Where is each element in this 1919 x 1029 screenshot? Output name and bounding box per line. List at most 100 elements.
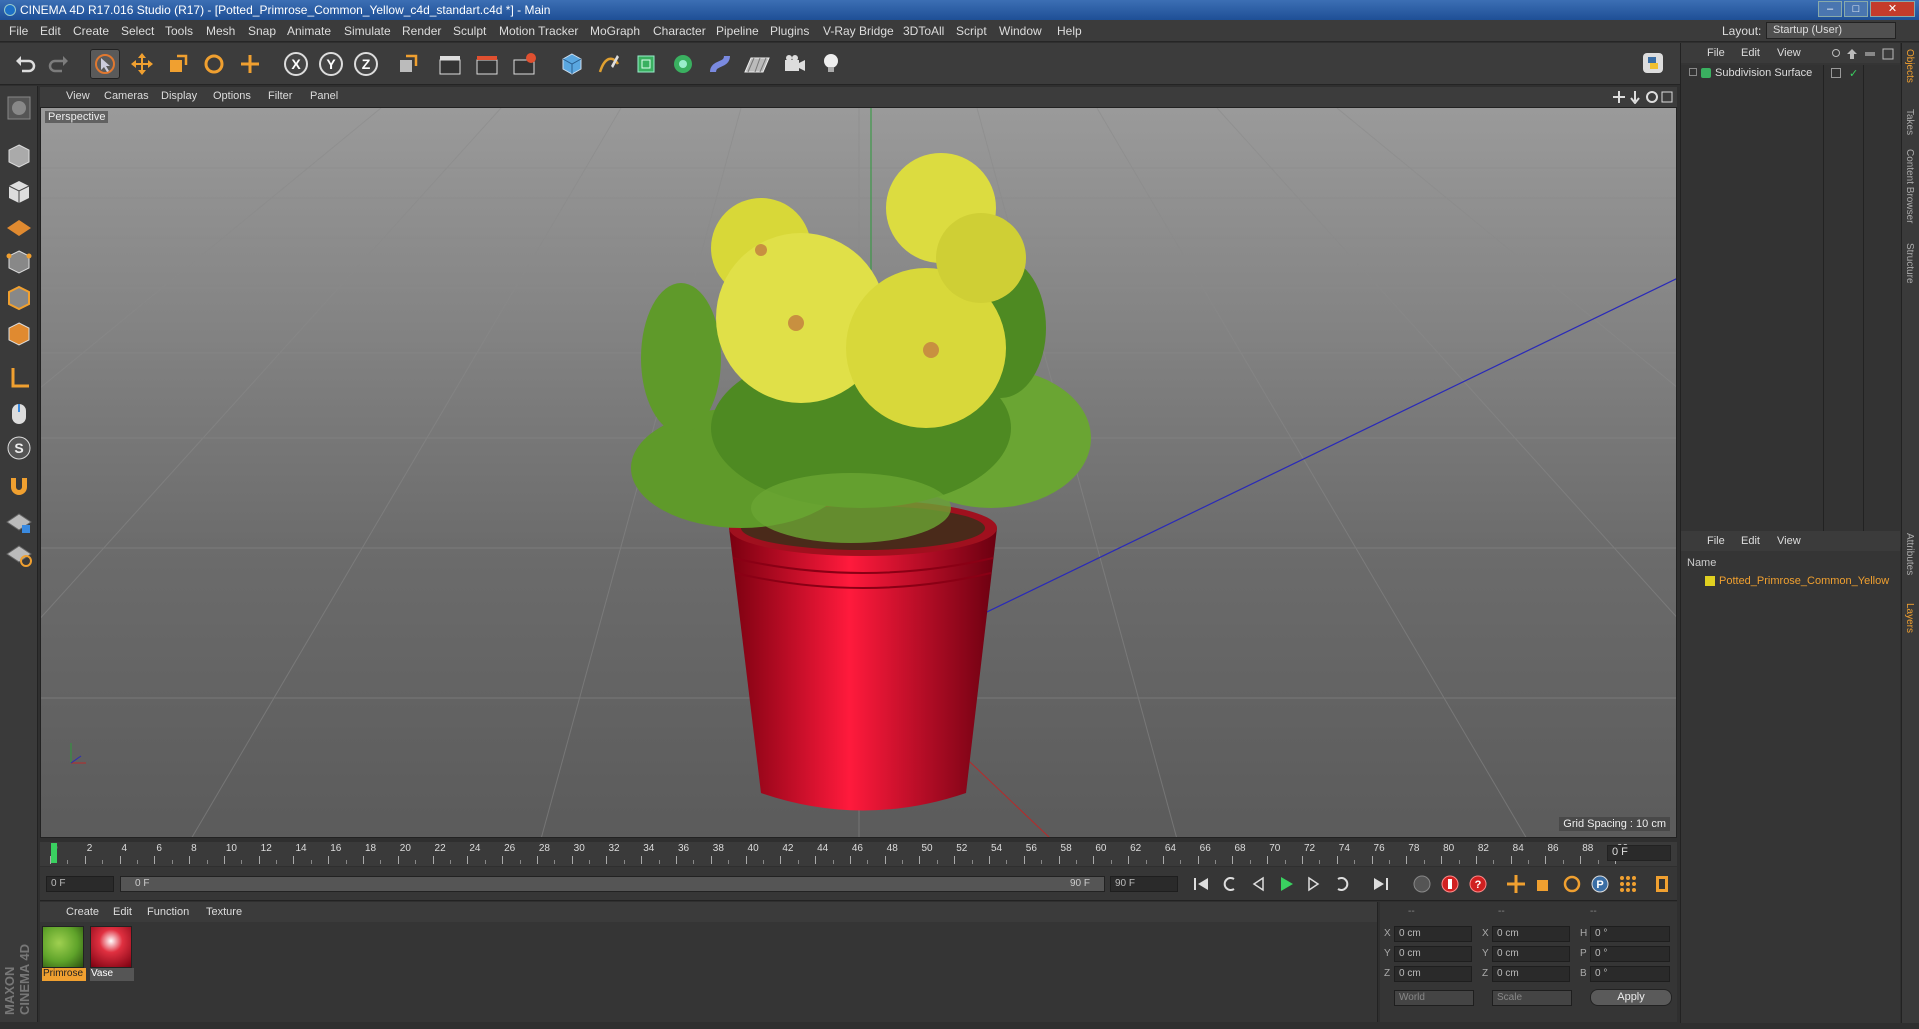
floor-button[interactable] [742,49,772,79]
menu-character[interactable]: Character [653,24,706,38]
side-tab-attributes[interactable]: Attributes [1904,533,1915,575]
side-tab-takes[interactable]: Takes [1904,109,1915,135]
start-frame-field[interactable]: 0 F [46,876,114,892]
scale-tool-button[interactable] [163,49,193,79]
x-axis-button[interactable]: X [281,49,311,79]
menu-help[interactable]: Help [1057,24,1082,38]
menu-create[interactable]: Create [73,24,109,38]
menu-animate[interactable]: Animate [287,24,331,38]
minimize-button[interactable]: – [1818,1,1842,17]
previous-frame-button[interactable] [1246,872,1270,896]
key-position-button[interactable] [1504,872,1528,896]
menu-tools[interactable]: Tools [165,24,193,38]
solo-mode-button[interactable]: S [3,432,35,464]
menu-script[interactable]: Script [956,24,987,38]
menu-simulate[interactable]: Simulate [344,24,391,38]
menu-pipeline[interactable]: Pipeline [716,24,759,38]
layer-menu-edit[interactable]: Edit [1741,535,1760,547]
rotation-b-field[interactable]: 0 ° [1590,966,1670,982]
y-axis-button[interactable]: Y [316,49,346,79]
perspective-viewport[interactable]: Perspective Grid Spacing : 10 cm [40,107,1677,838]
coordinate-mode-select[interactable]: World [1394,990,1474,1006]
points-mode-button[interactable] [3,246,35,278]
expand-toggle-icon[interactable] [1689,68,1697,76]
layer-menu-file[interactable]: File [1707,535,1725,547]
cube-object-button[interactable] [557,49,587,79]
camera-button[interactable] [780,49,810,79]
object-check-icon[interactable]: ✓ [1849,67,1858,80]
object-enabled-icon[interactable] [1831,68,1841,78]
key-point-level-button[interactable] [1616,872,1640,896]
menu-mograph[interactable]: MoGraph [590,24,640,38]
workplane-lock-button[interactable] [3,506,35,538]
go-to-end-button[interactable] [1368,872,1392,896]
menu-file[interactable]: File [9,24,28,38]
key-scale-button[interactable] [1532,872,1556,896]
workplane-mode-button[interactable] [3,208,35,240]
move-tool-button[interactable] [127,49,157,79]
menu-snap[interactable]: Snap [248,24,276,38]
live-select-button[interactable] [235,49,265,79]
object-menu-file[interactable]: File [1707,47,1725,59]
current-frame-field[interactable]: 0 F [1607,845,1671,861]
z-axis-button[interactable]: Z [351,49,381,79]
menu-render[interactable]: Render [402,24,441,38]
edges-mode-button[interactable] [3,282,35,314]
object-menu-edit[interactable]: Edit [1741,47,1760,59]
next-key-button[interactable] [1330,872,1354,896]
select-tool-button[interactable] [90,49,120,79]
apply-button[interactable]: Apply [1590,989,1672,1006]
viewport-menu-cameras[interactable]: Cameras [104,90,149,102]
record-active-button[interactable] [1438,872,1462,896]
render-picture-viewer-button[interactable] [472,49,502,79]
viewport-menu-panel[interactable]: Panel [310,90,338,102]
size-z-field[interactable]: 0 cm [1492,966,1570,982]
layer-row[interactable]: Potted_Primrose_Common_Yellow [1681,573,1901,591]
frame-range-slider[interactable]: 0 F 90 F [120,876,1105,892]
side-tab-content-browser[interactable]: Content Browser [1904,149,1915,223]
menu-3dtoall[interactable]: 3DToAll [903,24,944,38]
position-y-field[interactable]: 0 cm [1394,946,1472,962]
pen-spline-button[interactable] [594,49,624,79]
make-editable-button[interactable] [3,92,35,124]
key-parameter-button[interactable]: P [1588,872,1612,896]
object-manager-tools-icon[interactable] [1831,48,1895,63]
object-menu-view[interactable]: View [1777,47,1801,59]
tweak-mode-button[interactable] [3,398,35,430]
playhead-marker[interactable] [51,843,57,863]
record-keys-button[interactable] [1410,872,1434,896]
key-rotation-button[interactable] [1560,872,1584,896]
timeline-ruler[interactable]: 0246810121416182022242628303234363840424… [40,842,1677,866]
close-button[interactable]: ✕ [1870,1,1915,17]
play-button[interactable] [1274,872,1298,896]
timeline-window-button[interactable] [1650,872,1674,896]
coordinate-system-button[interactable] [393,49,423,79]
side-tab-structure[interactable]: Structure [1904,243,1915,284]
viewport-menu-display[interactable]: Display [161,90,197,102]
polygons-mode-button[interactable] [3,318,35,350]
go-to-start-button[interactable] [1190,872,1214,896]
render-view-button[interactable] [435,49,465,79]
menu-edit[interactable]: Edit [40,24,61,38]
maximize-button[interactable]: □ [1844,1,1868,17]
axis-mode-button[interactable] [3,362,35,394]
viewport-menu-view[interactable]: View [66,90,90,102]
previous-key-button[interactable] [1218,872,1242,896]
menu-vray-bridge[interactable]: V-Ray Bridge [823,24,894,38]
material-vase[interactable]: Vase [90,926,134,982]
undo-button[interactable] [10,49,40,79]
redo-button[interactable] [44,49,74,79]
object-row-subdivision-surface[interactable]: Subdivision Surface ✓ [1681,65,1901,83]
menu-motion-tracker[interactable]: Motion Tracker [499,24,578,38]
workplane-grid-button[interactable] [3,538,35,570]
material-menu-function[interactable]: Function [147,906,189,918]
layer-menu-view[interactable]: View [1777,535,1801,547]
size-x-field[interactable]: 0 cm [1492,926,1570,942]
rotation-p-field[interactable]: 0 ° [1590,946,1670,962]
viewport-menu-options[interactable]: Options [213,90,251,102]
side-tab-objects[interactable]: Objects [1904,49,1915,83]
deformer-button[interactable] [705,49,735,79]
autokey-button[interactable]: ? [1466,872,1490,896]
size-y-field[interactable]: 0 cm [1492,946,1570,962]
model-mode-button[interactable] [3,140,35,172]
